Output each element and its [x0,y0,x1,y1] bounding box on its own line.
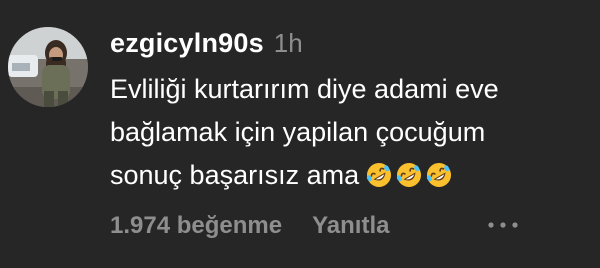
rolling-on-floor-laughing-icon [395,161,423,189]
timestamp: 1h [273,28,303,58]
rolling-on-floor-laughing-icon [365,161,393,189]
more-dots-icon[interactable] [486,220,520,230]
comment-line: Evliliği kurtarırım diye adami eve [110,74,499,104]
username[interactable]: ezgicyln90s [110,28,264,59]
comment-header: ezgicyln90s 1h [110,28,303,68]
comment-line-text: sonuç başarısız ama [110,160,360,190]
comment-line: bağlamak için yapilan çocuğum [110,117,486,147]
avatar[interactable] [8,27,88,107]
comment-text: Evliliği kurtarırım diye adami eve bağla… [110,68,590,197]
reply-button[interactable]: Yanıtla [312,212,389,240]
emoji-row [365,161,453,189]
comment-actions: 1.974 beğenme Yanıtla [110,208,389,244]
likes-count-button[interactable]: 1.974 beğenme [110,212,282,240]
comment-line: sonuç başarısız ama [110,154,590,197]
avatar-photo [8,27,88,107]
rolling-on-floor-laughing-icon [425,161,453,189]
comment-card: ezgicyln90s 1h Evliliği kurtarırım diye … [0,0,600,268]
